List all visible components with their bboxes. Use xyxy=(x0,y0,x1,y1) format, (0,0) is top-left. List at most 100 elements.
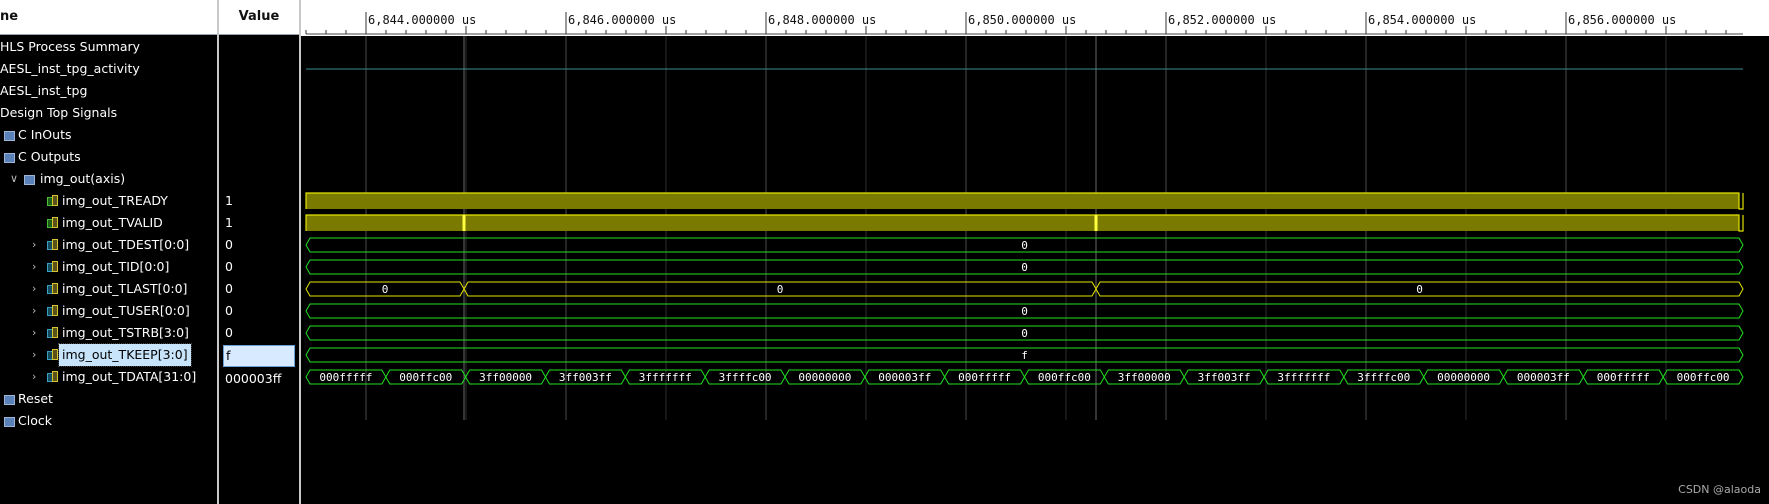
tready-fill xyxy=(306,193,1739,209)
chevron-right-icon[interactable]: › xyxy=(32,234,36,256)
tdata-value: 3ff003ff xyxy=(1198,371,1251,384)
time-label: 6,854.000000 us xyxy=(1368,13,1476,27)
tree-item-label: Clock xyxy=(18,413,52,428)
tdata-value: 3ffffc00 xyxy=(1357,371,1410,384)
chevron-right-icon[interactable]: › xyxy=(32,300,36,322)
tree-item-clock[interactable]: Clock xyxy=(0,410,217,432)
value-list: 1 1 0 0 0 0 0 f 000003ff xyxy=(219,36,299,434)
tlast-value: 0 xyxy=(382,283,389,296)
watermark: CSDN @alaoda xyxy=(1678,483,1761,496)
tdata-value: 3fffffff xyxy=(639,371,692,384)
tree-item-inst-tpg[interactable]: AESL_inst_tpg xyxy=(0,80,217,102)
name-pane: ne HLS Process Summary AESL_inst_tpg_act… xyxy=(0,0,217,504)
value-cell xyxy=(219,146,299,168)
tree-item-label: img_out_TKEEP[3:0] xyxy=(58,343,192,367)
tree-item-design-top-signals[interactable]: Design Top Signals xyxy=(0,102,217,124)
name-column-header[interactable]: ne xyxy=(0,0,217,35)
value-cell xyxy=(219,168,299,190)
folder-icon xyxy=(24,175,35,185)
tdata-value: 000fffff xyxy=(1597,371,1650,384)
tvalid-fill xyxy=(306,215,1739,231)
bus-icon xyxy=(46,283,58,294)
signal-tree: HLS Process Summary AESL_inst_tpg_activi… xyxy=(0,36,217,432)
tree-item-tuser[interactable]: › img_out_TUSER[0:0] xyxy=(0,300,217,322)
time-label: 6,846.000000 us xyxy=(568,13,676,27)
tkeep-value: f xyxy=(1021,349,1028,362)
tree-item-hls-process-summary[interactable]: HLS Process Summary xyxy=(0,36,217,58)
waveform-pane[interactable]: 6,844.000000 us 6,846.000000 us 6,848.0000… xyxy=(301,0,1769,504)
tree-item-tvalid[interactable]: img_out_TVALID xyxy=(0,212,217,234)
tree-item-label: img_out_TSTRB[3:0] xyxy=(62,325,189,340)
chevron-right-icon[interactable]: › xyxy=(32,278,36,300)
chevron-down-icon[interactable]: ∨ xyxy=(10,168,18,190)
tree-item-label: img_out(axis) xyxy=(40,171,126,186)
chevron-right-icon[interactable]: › xyxy=(32,322,36,344)
tdata-value: 000fffff xyxy=(319,371,372,384)
tlast-value: 0 xyxy=(1416,283,1423,296)
tree-item-label: C Outputs xyxy=(18,149,81,164)
tree-item-tready[interactable]: img_out_TREADY xyxy=(0,190,217,212)
value-pane: Value 1 1 0 0 0 0 0 f 000003ff xyxy=(219,0,299,504)
value-column-header[interactable]: Value xyxy=(219,0,299,35)
tree-item-tid[interactable]: › img_out_TID[0:0] xyxy=(0,256,217,278)
tree-item-activity[interactable]: AESL_inst_tpg_activity xyxy=(0,58,217,80)
value-cell xyxy=(219,80,299,102)
tdata-value: 000ffc00 xyxy=(1677,371,1730,384)
chevron-right-icon[interactable]: › xyxy=(32,344,36,366)
tree-item-tdata[interactable]: › img_out_TDATA[31:0] xyxy=(0,366,217,388)
value-cell-tid: 0 xyxy=(225,259,233,274)
value-header-label: Value xyxy=(238,9,280,24)
tree-item-label: img_out_TID[0:0] xyxy=(62,259,170,274)
tree-item-label: img_out_TDATA[31:0] xyxy=(62,369,197,384)
tree-item-label: AESL_inst_tpg xyxy=(0,83,88,98)
tree-item-label: Reset xyxy=(18,391,53,406)
value-cell-tready: 1 xyxy=(225,193,233,208)
tree-item-tkeep[interactable]: › img_out_TKEEP[3:0] xyxy=(0,343,217,367)
tdata-value: 3fffffff xyxy=(1277,371,1330,384)
value-cell-tkeep[interactable]: f xyxy=(223,345,295,367)
time-label: 6,850.000000 us xyxy=(968,13,1076,27)
chevron-right-icon[interactable]: › xyxy=(32,366,36,388)
value-cell xyxy=(219,102,299,124)
tree-item-label: Design Top Signals xyxy=(0,105,118,120)
tree-item-img-out-axis[interactable]: ∨ img_out(axis) xyxy=(0,168,217,190)
tdata-value: 000ffc00 xyxy=(399,371,452,384)
value-cell-tstrb: 0 xyxy=(225,325,233,340)
tdata-value: 00000000 xyxy=(798,371,851,384)
tvalid-glitch xyxy=(462,215,466,231)
tuser-value: 0 xyxy=(1021,305,1028,318)
bus-icon xyxy=(46,305,58,316)
time-label: 6,848.000000 us xyxy=(768,13,876,27)
tree-item-label: img_out_TUSER[0:0] xyxy=(62,303,190,318)
tvalid-glitch xyxy=(1094,215,1098,231)
signal-traces: 0 0 0 0 0 0 0 f 000fffff 000ffc00 3ff00000 3ff003ff… xyxy=(305,68,1744,385)
time-label: 6,844.000000 us xyxy=(368,13,476,27)
bus-icon xyxy=(46,261,58,272)
tdata-value: 000003ff xyxy=(1517,371,1570,384)
value-cell-tuser: 0 xyxy=(225,303,233,318)
tree-item-label: HLS Process Summary xyxy=(0,39,141,54)
chevron-right-icon[interactable]: › xyxy=(32,256,36,278)
tstrb-value: 0 xyxy=(1021,327,1028,340)
bus-icon xyxy=(46,327,58,338)
tree-item-tdest[interactable]: › img_out_TDEST[0:0] xyxy=(0,234,217,256)
tdata-value: 3ff00000 xyxy=(479,371,532,384)
tree-item-c-outputs[interactable]: C Outputs xyxy=(0,146,217,168)
tdata-value: 000fffff xyxy=(958,371,1011,384)
bus-icon xyxy=(46,239,58,250)
tree-item-label: img_out_TLAST[0:0] xyxy=(62,281,188,296)
tree-item-reset[interactable]: Reset xyxy=(0,388,217,410)
tlast-value: 0 xyxy=(777,283,784,296)
tdest-value: 0 xyxy=(1021,239,1028,252)
signal-icon xyxy=(46,217,58,228)
bus-icon xyxy=(46,349,58,360)
time-label: 6,856.000000 us xyxy=(1568,13,1676,27)
folder-icon xyxy=(4,131,15,141)
waveform-canvas[interactable]: 6,844.000000 us 6,846.000000 us 6,848.0000… xyxy=(301,0,1769,504)
tree-item-tlast[interactable]: › img_out_TLAST[0:0] xyxy=(0,278,217,300)
time-ruler[interactable]: 6,844.000000 us 6,846.000000 us 6,848.0000… xyxy=(301,0,1769,36)
name-header-label: ne xyxy=(0,9,19,24)
value-cell xyxy=(219,58,299,80)
tree-item-c-inouts[interactable]: C InOuts xyxy=(0,124,217,146)
tree-item-tstrb[interactable]: › img_out_TSTRB[3:0] xyxy=(0,322,217,344)
